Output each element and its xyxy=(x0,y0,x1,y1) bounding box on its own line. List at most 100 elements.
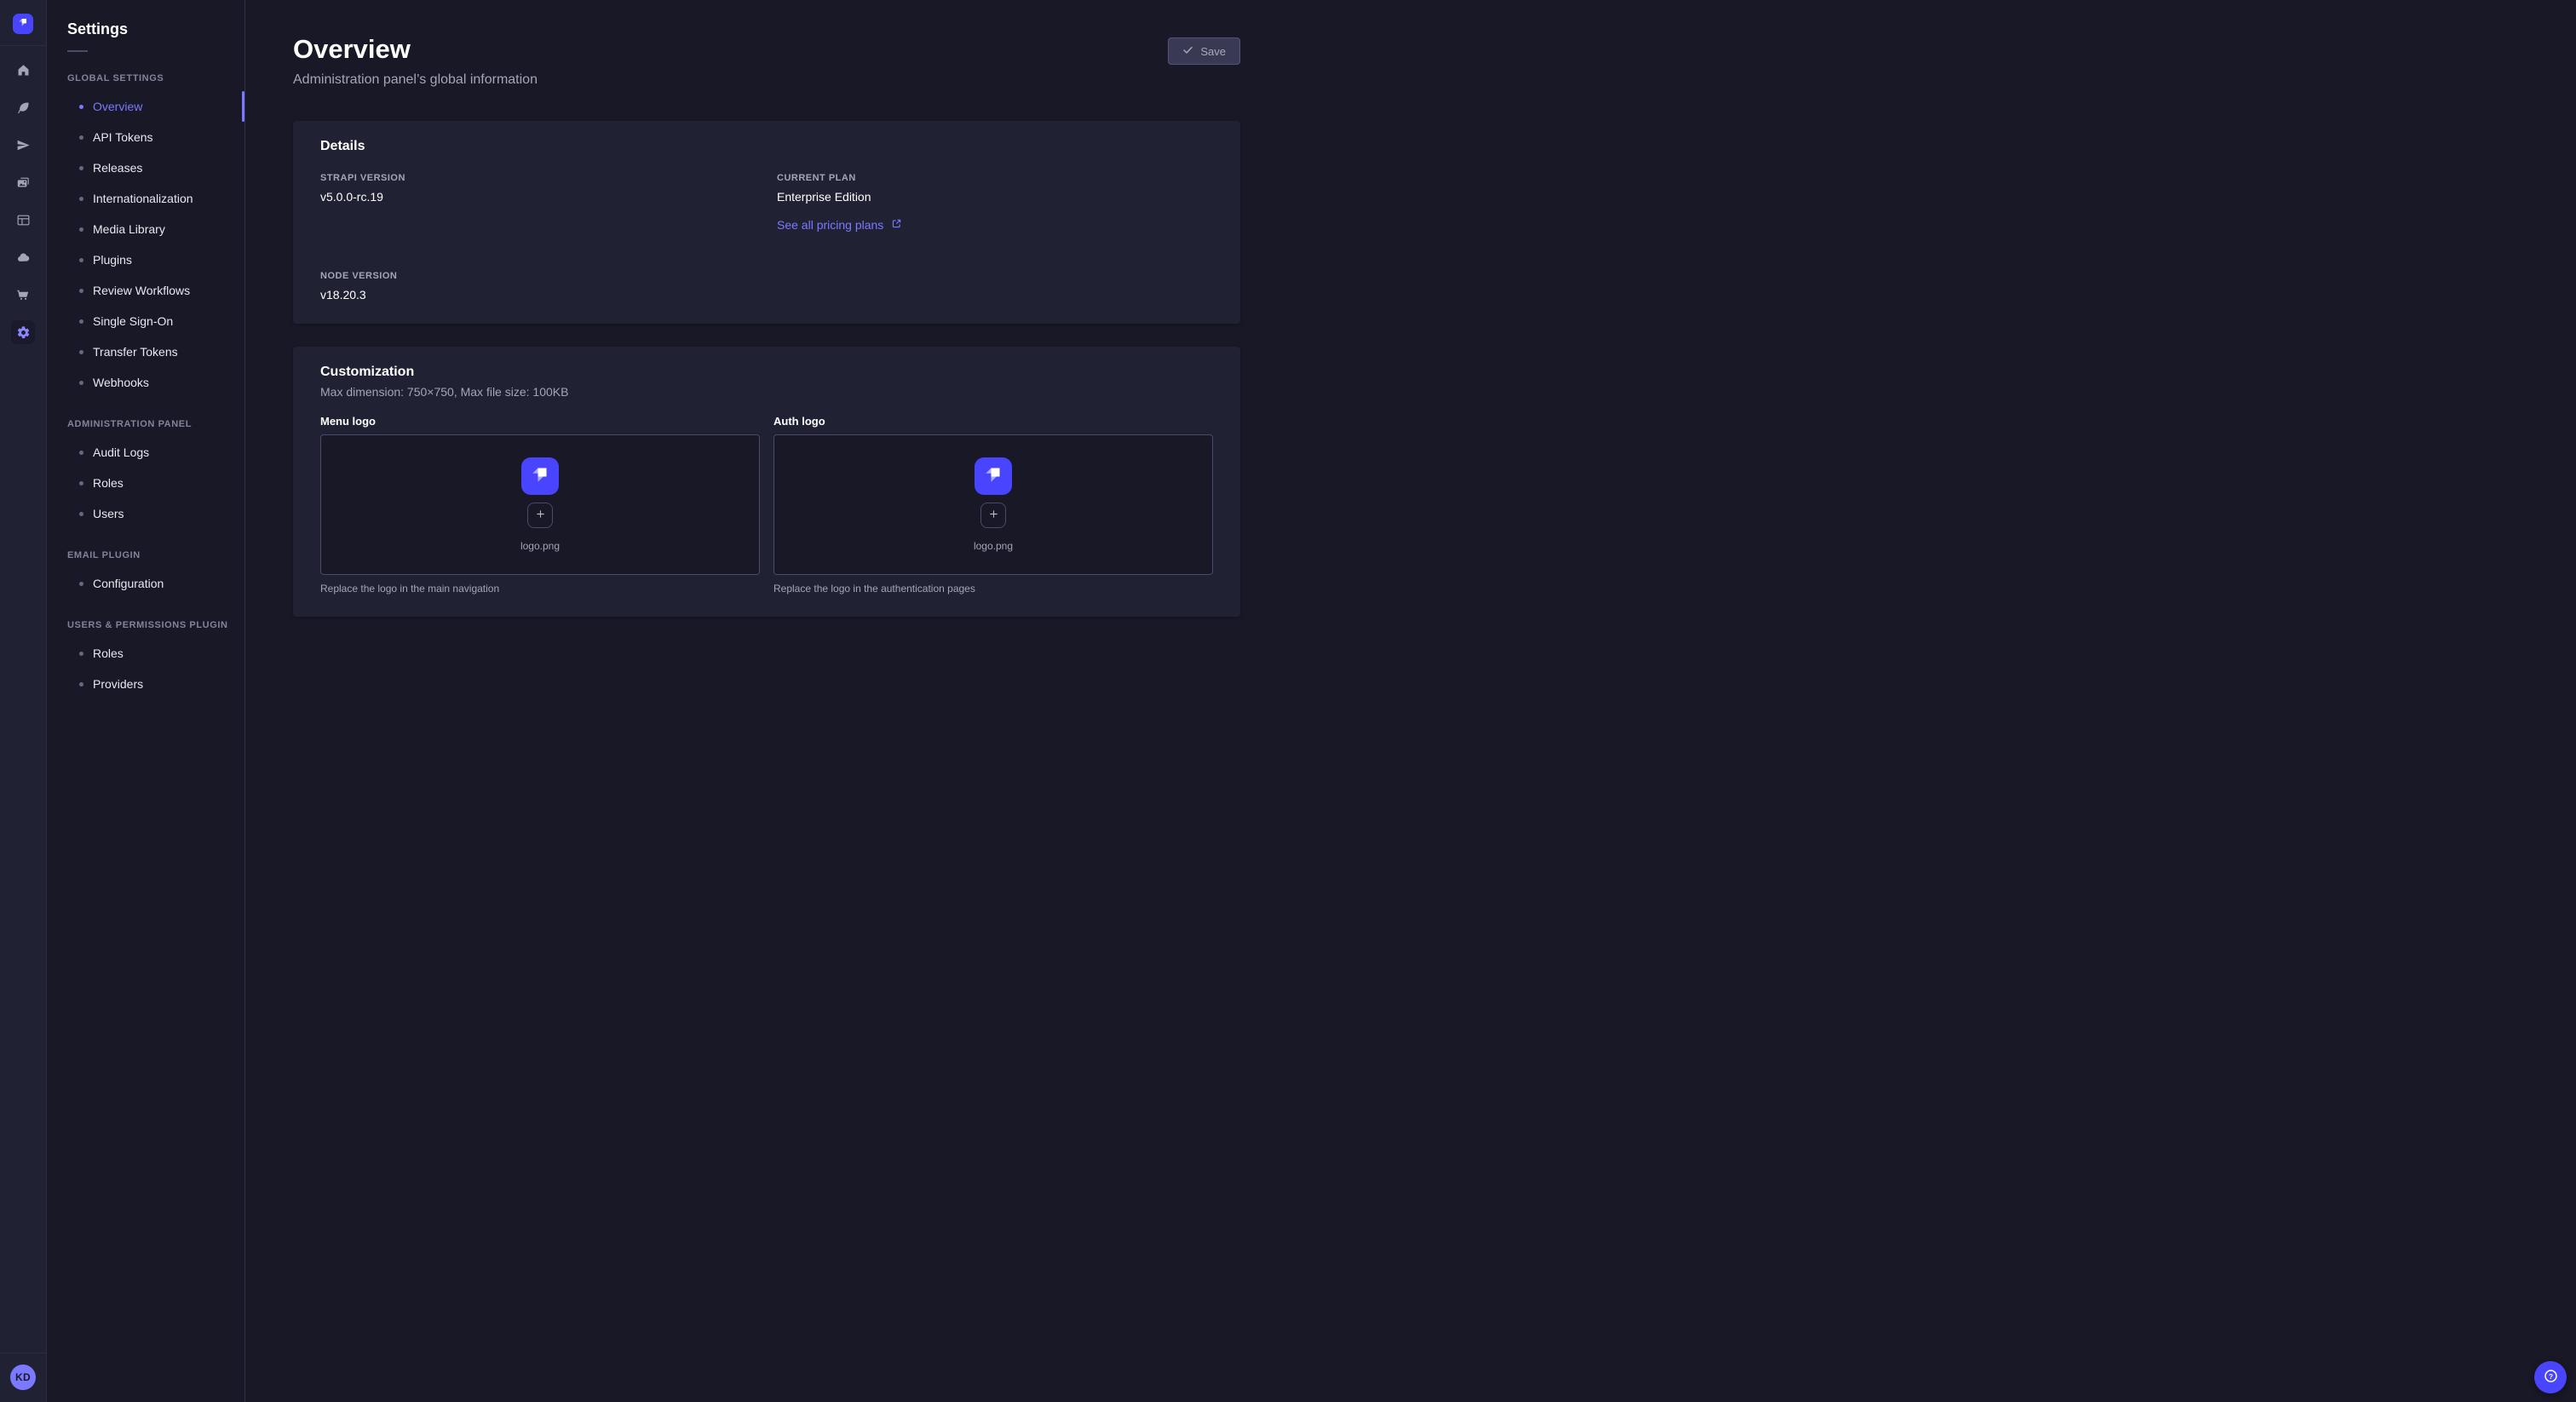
sidebar-section-list: Overview API Tokens Releases Internationali… xyxy=(67,91,231,398)
auth-logo-add-button[interactable] xyxy=(980,503,1006,528)
page-header: Overview Administration panel’s global i… xyxy=(293,34,1240,88)
sidebar-item-roles[interactable]: Roles xyxy=(67,468,231,498)
sidebar-item-audit-logs[interactable]: Audit Logs xyxy=(67,437,231,468)
page-header-text: Overview Administration panel’s global i… xyxy=(293,34,538,88)
sidebar-item-webhooks[interactable]: Webhooks xyxy=(67,367,231,398)
layout-icon xyxy=(16,213,31,227)
bullet-icon xyxy=(79,289,83,293)
sidebar-item-label: Media Library xyxy=(93,222,165,236)
menu-logo-label: Menu logo xyxy=(320,415,760,428)
question-mark-icon: ? xyxy=(2542,1367,2560,1388)
sidebar-item-label: Overview xyxy=(93,100,142,113)
auth-logo-upload-zone: logo.png xyxy=(773,434,1213,575)
bullet-icon xyxy=(79,652,83,656)
details-card: Details STRAPI VERSION v5.0.0-rc.19 CURR… xyxy=(293,121,1240,324)
sidebar-item-internationalization[interactable]: Internationalization xyxy=(67,183,231,214)
rail-item-media-library[interactable] xyxy=(11,170,35,194)
sidebar-item-label: Transfer Tokens xyxy=(93,345,178,359)
auth-logo-filename: logo.png xyxy=(974,540,1013,552)
bullet-icon xyxy=(79,135,83,140)
sidebar-section-label-email-plugin: EMAIL PLUGIN xyxy=(67,550,231,560)
pricing-plans-link[interactable]: See all pricing plans xyxy=(777,218,902,232)
bullet-icon xyxy=(79,481,83,486)
sidebar-item-plugins[interactable]: Plugins xyxy=(67,244,231,275)
details-grid-spacer xyxy=(777,271,1213,302)
settings-sidebar: Settings GLOBAL SETTINGSOverviewAPI Toke… xyxy=(47,0,245,1402)
save-button[interactable]: Save xyxy=(1168,37,1240,65)
details-grid: STRAPI VERSION v5.0.0-rc.19 CURRENT PLAN… xyxy=(320,173,1213,302)
external-link-icon xyxy=(891,218,902,232)
pricing-plans-link-label: See all pricing plans xyxy=(777,218,883,232)
rail-item-content[interactable] xyxy=(11,95,35,119)
rail-item-content-type-builder[interactable] xyxy=(11,208,35,232)
sidebar-section-list: Configuration xyxy=(67,568,231,599)
help-button[interactable]: ? xyxy=(2534,1361,2567,1393)
sidebar-title-divider xyxy=(67,50,88,52)
strapi-logo-icon xyxy=(16,15,30,33)
sidebar-item-api-tokens[interactable]: API Tokens xyxy=(67,122,231,152)
sidebar-item-label: API Tokens xyxy=(93,130,153,144)
sidebar-item-label: Webhooks xyxy=(93,376,149,389)
avatar[interactable]: KD xyxy=(10,1365,36,1390)
bullet-icon xyxy=(79,512,83,516)
sidebar-item-users[interactable]: Users xyxy=(67,498,231,529)
sidebar-section-list: Audit Logs Roles Users xyxy=(67,437,231,529)
bullet-icon xyxy=(79,381,83,385)
sidebar-item-label: Releases xyxy=(93,161,142,175)
sidebar-section-label-users-permissions-plugin: USERS & PERMISSIONS PLUGIN xyxy=(67,620,231,630)
sidebar-item-providers[interactable]: Providers xyxy=(67,669,231,699)
main-nav-rail: KD xyxy=(0,0,47,1402)
sidebar-item-media-library[interactable]: Media Library xyxy=(67,214,231,244)
strapi-logo-icon xyxy=(527,462,553,491)
auth-logo-section: Auth logo logo.png Replace the logo in xyxy=(773,415,1213,595)
customization-card: Customization Max dimension: 750×750, Ma… xyxy=(293,347,1240,617)
sidebar-item-label: Roles xyxy=(93,476,124,490)
sidebar-item-releases[interactable]: Releases xyxy=(67,152,231,183)
sidebar-item-label: Internationalization xyxy=(93,192,193,205)
settings-sidebar-sections: GLOBAL SETTINGS Overview API Tokens Release… xyxy=(67,73,231,699)
rail-logo-area xyxy=(0,0,46,46)
menu-logo-upload-zone: logo.png xyxy=(320,434,760,575)
rail-item-home[interactable] xyxy=(11,58,35,82)
menu-logo-preview xyxy=(521,457,559,495)
rail-footer: KD xyxy=(0,1353,46,1402)
check-icon xyxy=(1182,44,1193,58)
page-subtitle: Administration panel’s global informatio… xyxy=(293,72,538,88)
rail-item-releases[interactable] xyxy=(11,133,35,157)
plus-icon xyxy=(535,509,546,522)
strapi-version-value: v5.0.0-rc.19 xyxy=(320,190,756,204)
node-version-value: v18.20.3 xyxy=(320,288,756,302)
menu-logo-add-button[interactable] xyxy=(527,503,553,528)
sidebar-item-single-sign-on[interactable]: Single Sign-On xyxy=(67,306,231,336)
current-plan-label: CURRENT PLAN xyxy=(777,173,1213,183)
rail-item-settings[interactable] xyxy=(11,320,35,344)
gear-icon xyxy=(16,325,31,340)
auth-logo-preview xyxy=(975,457,1012,495)
sidebar-section-label-global-settings: GLOBAL SETTINGS xyxy=(67,73,231,83)
rail-item-marketplace[interactable] xyxy=(11,283,35,307)
sidebar-item-label: Providers xyxy=(93,677,143,691)
sidebar-item-overview[interactable]: Overview xyxy=(67,91,231,122)
plus-icon xyxy=(988,509,999,522)
save-button-label: Save xyxy=(1200,45,1226,58)
sidebar-item-roles[interactable]: Roles xyxy=(67,638,231,669)
bullet-icon xyxy=(79,350,83,354)
sidebar-item-review-workflows[interactable]: Review Workflows xyxy=(67,275,231,306)
sidebar-item-transfer-tokens[interactable]: Transfer Tokens xyxy=(67,336,231,367)
logo-grid: Menu logo logo.png Replace the logo in xyxy=(320,415,1213,595)
customization-card-title: Customization xyxy=(320,365,1213,380)
customization-card-subtitle: Max dimension: 750×750, Max file size: 1… xyxy=(320,385,1213,399)
auth-logo-hint: Replace the logo in the authentication p… xyxy=(773,583,1213,595)
strapi-version-label: STRAPI VERSION xyxy=(320,173,756,183)
cloud-icon xyxy=(16,250,31,265)
menu-logo-hint: Replace the logo in the main navigation xyxy=(320,583,760,595)
bullet-icon xyxy=(79,451,83,455)
sidebar-section-list: Roles Providers xyxy=(67,638,231,699)
feather-icon xyxy=(16,101,31,115)
rail-item-cloud[interactable] xyxy=(11,245,35,269)
bullet-icon xyxy=(79,258,83,262)
active-item-indicator xyxy=(242,91,244,122)
strapi-logo-button[interactable] xyxy=(13,14,33,34)
sidebar-item-configuration[interactable]: Configuration xyxy=(67,568,231,599)
cart-icon xyxy=(16,288,31,302)
